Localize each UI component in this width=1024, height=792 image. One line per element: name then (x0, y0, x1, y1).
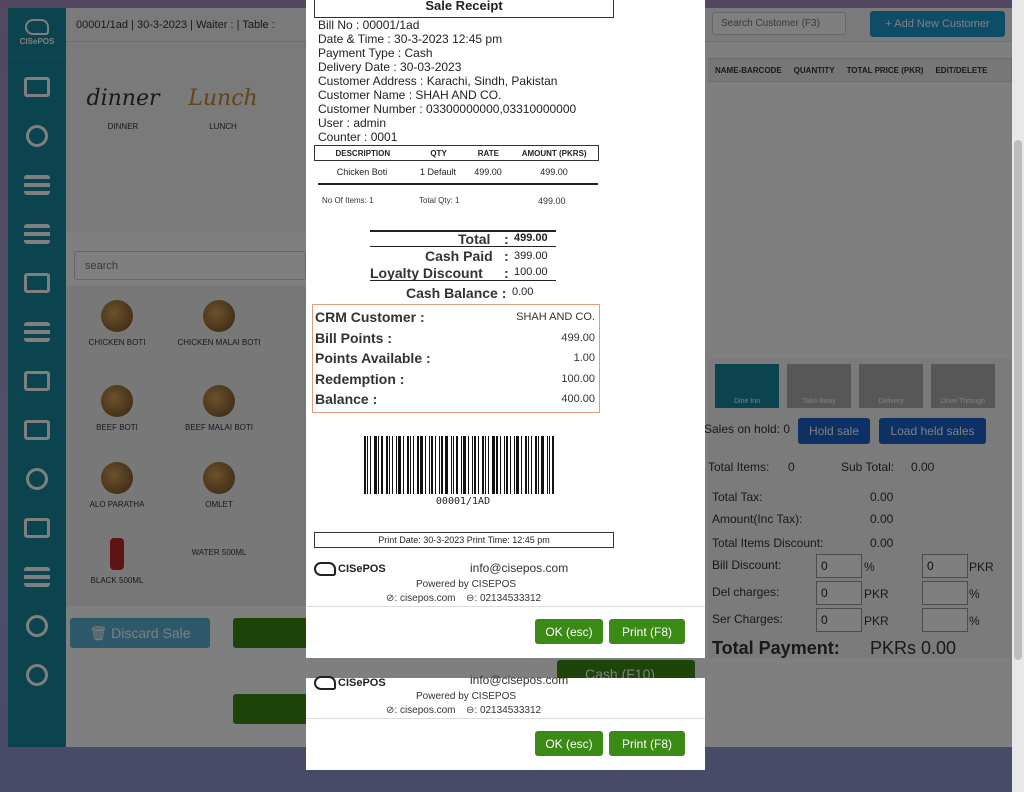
total-value: 499.00 (514, 232, 548, 244)
total-qty: Total Qty: 1 (419, 196, 460, 205)
footer-email: info@cisepos.com (470, 673, 569, 687)
footer-phone: ⊖: 02134533312 (466, 593, 542, 604)
cash-balance-label: Cash Balance : (406, 285, 507, 301)
customer-number: Customer Number : 03300000000,0331000000… (318, 102, 577, 116)
no-of-items: No Of Items: 1 (322, 196, 374, 205)
footer-logo: CISePOS (314, 562, 386, 576)
counter: Counter : 0001 (318, 130, 398, 144)
points-available-label: Points Available : (315, 350, 431, 366)
receipt-table-header: DESCRIPTION QTY RATE AMOUNT (PKRS) (314, 145, 599, 161)
powered-by: Powered by CISEPOS (416, 691, 517, 702)
sale-receipt-modal: Sale Receipt Bill No : 00001/1ad Date & … (306, 0, 705, 658)
crm-customer-value: SHAH AND CO. (516, 311, 595, 323)
points-available-value: 1.00 (573, 352, 595, 364)
sale-receipt-modal-footer-duplicate: CISePOS info@cisepos.com Powered by CISE… (306, 673, 705, 770)
bill-points-value: 499.00 (561, 332, 595, 344)
redemption-label: Redemption : (315, 371, 405, 387)
balance-label: Balance : (315, 391, 378, 407)
total-underline (370, 246, 556, 247)
link-icon: ⊘: (386, 705, 400, 716)
customer-address: Customer Address : Karachi, Sindh, Pakis… (318, 74, 558, 88)
modal-footer-divider (306, 718, 705, 719)
receipt-line-item: Chicken Boti 1 Default 499.00 499.00 (336, 167, 568, 177)
divider-line (318, 183, 598, 185)
barcode-text: 00001/1AD (435, 496, 491, 507)
cash-balance-value: 0.00 (512, 286, 534, 298)
footer-website: ⊘: cisepos.com (386, 705, 456, 716)
balance-value: 400.00 (561, 393, 595, 405)
cisepos-logo-icon (314, 562, 336, 576)
payment-type: Payment Type : Cash (318, 46, 433, 60)
footer-phone: ⊖: 02134533312 (466, 705, 542, 716)
delivery-date: Delivery Date : 30-03-2023 (318, 60, 462, 74)
bill-points-label: Bill Points : (315, 330, 392, 346)
phone-icon: ⊖: (466, 705, 480, 716)
cisepos-logo-icon (314, 676, 336, 690)
modal-footer-divider (306, 606, 705, 607)
loyalty-underline (370, 280, 556, 281)
barcode-image (364, 436, 562, 494)
footer-website: ⊘: cisepos.com (386, 593, 456, 604)
total-qty-amount: 499.00 (538, 196, 566, 206)
footer-logo: CISePOS (314, 676, 386, 690)
cash-paid-label: Cash Paid (425, 248, 493, 264)
receipt-title: Sale Receipt (314, 0, 614, 18)
user: User : admin (318, 116, 387, 130)
date-time: Date & Time : 30-3-2023 12:45 pm (318, 32, 503, 46)
powered-by: Powered by CISEPOS (416, 579, 517, 590)
ok-button[interactable]: OK (esc) (535, 619, 603, 644)
loyalty-discount-label: Loyalty Discount (370, 265, 483, 281)
phone-icon: ⊖: (466, 593, 480, 604)
crm-customer-label: CRM Customer : (315, 309, 425, 325)
total-label: Total (458, 231, 491, 247)
page-scrollbar[interactable] (1012, 0, 1024, 792)
loyalty-discount-value: 100.00 (514, 266, 548, 278)
bill-no: Bill No : 00001/1ad (318, 18, 420, 32)
cash-paid-value: 399.00 (514, 250, 548, 262)
customer-name: Customer Name : SHAH AND CO. (318, 88, 502, 102)
redemption-value: 100.00 (561, 373, 595, 385)
print-button[interactable]: Print (F8) (609, 619, 685, 644)
link-icon: ⊘: (386, 593, 400, 604)
scrollbar-thumb[interactable] (1014, 140, 1022, 660)
print-date: Print Date: 30-3-2023 Print Time: 12:45 … (314, 532, 614, 548)
print-button[interactable]: Print (F8) (609, 731, 685, 756)
footer-email: info@cisepos.com (470, 561, 569, 575)
crm-points-box: CRM Customer : SHAH AND CO. Bill Points … (312, 304, 600, 413)
ok-button[interactable]: OK (esc) (535, 731, 603, 756)
